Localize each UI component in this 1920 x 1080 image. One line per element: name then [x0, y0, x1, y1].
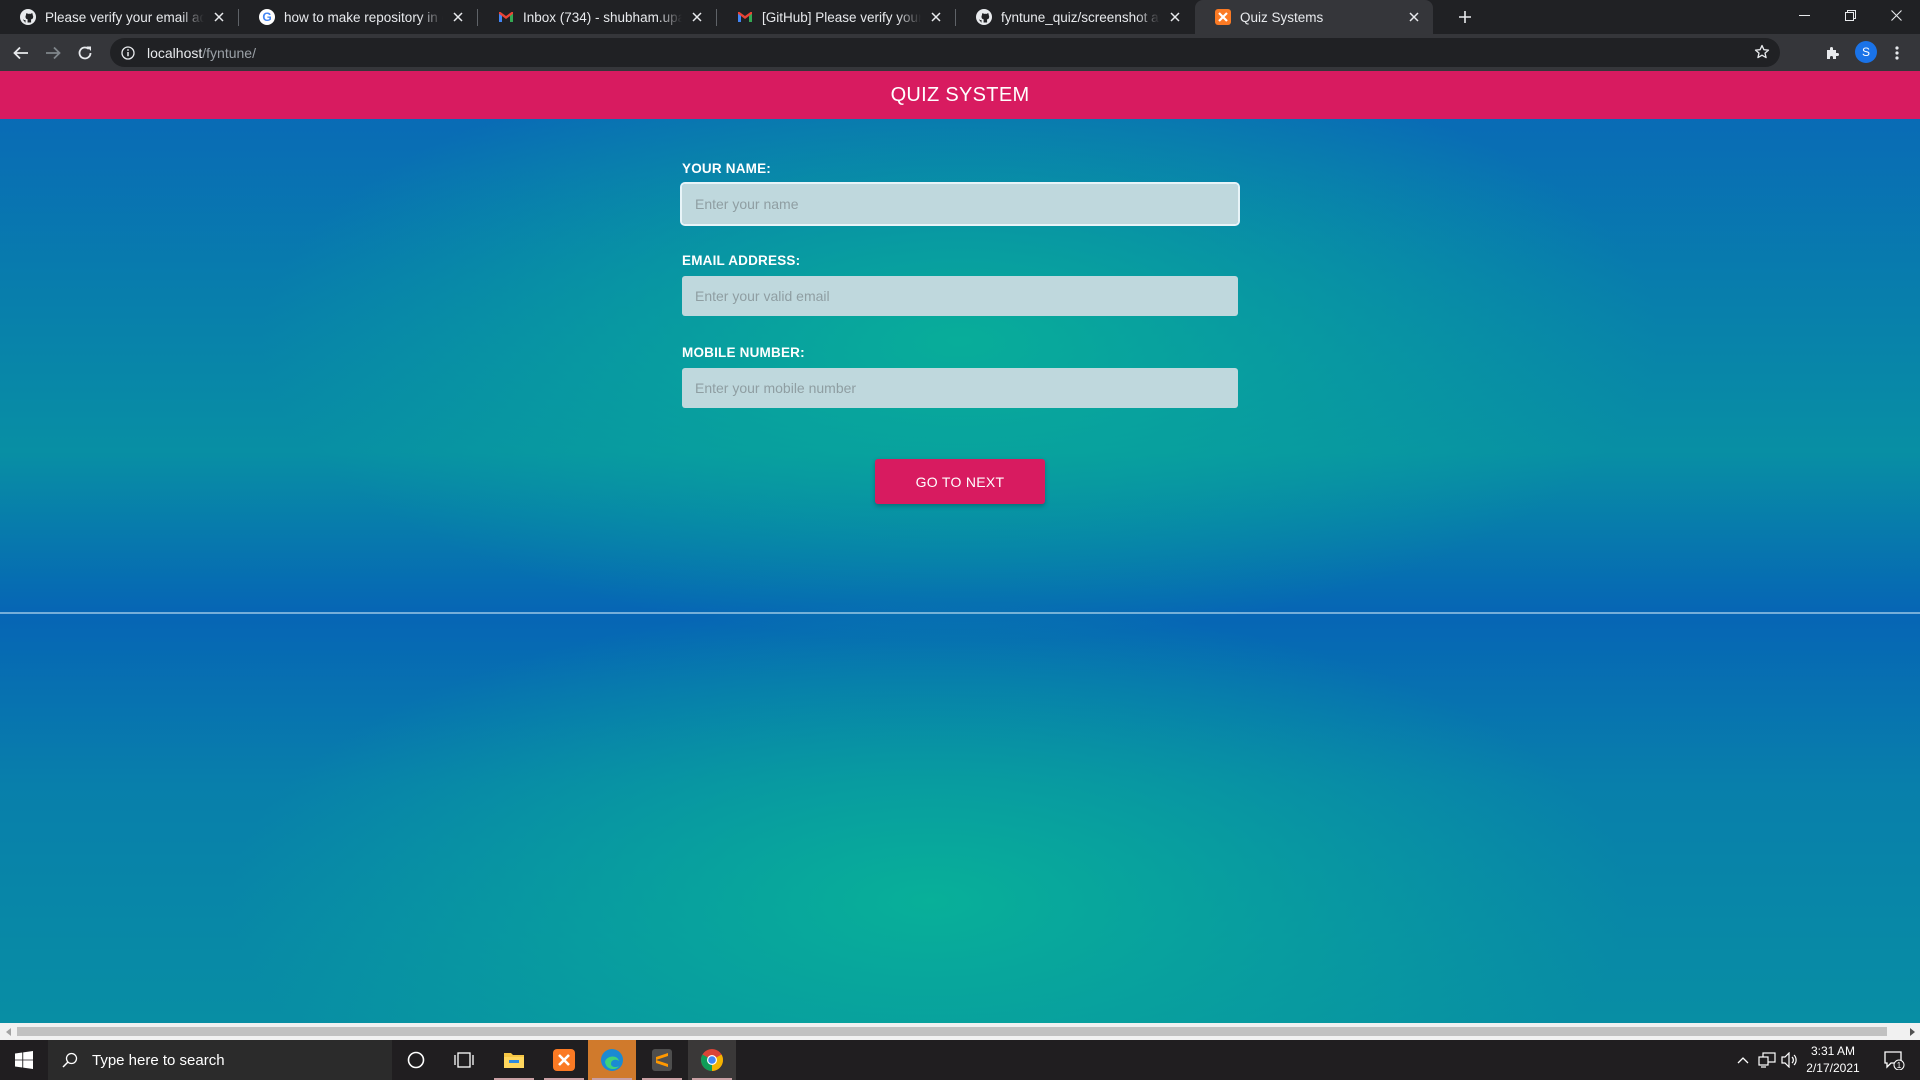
bookmark-star-icon[interactable] — [1754, 44, 1770, 65]
scroll-right-arrow-icon[interactable] — [1903, 1023, 1920, 1040]
email-input[interactable] — [682, 276, 1238, 316]
back-button[interactable] — [8, 40, 34, 66]
svg-text:G: G — [262, 10, 271, 24]
clock-time: 3:31 AM — [1810, 1044, 1856, 1058]
tab-title: Please verify your email address — [45, 9, 204, 25]
action-center-button[interactable]: 1 — [1874, 1040, 1914, 1080]
restore-button[interactable] — [1827, 0, 1873, 30]
network-icon[interactable] — [1755, 1040, 1779, 1080]
close-tab-icon[interactable] — [1405, 8, 1423, 26]
site-info-icon[interactable] — [120, 45, 136, 61]
close-tab-icon[interactable] — [688, 8, 706, 26]
tab-title: [GitHub] Please verify your email — [762, 9, 921, 25]
kebab-menu-icon — [1895, 46, 1899, 60]
page-header: QUIZ SYSTEM — [0, 71, 1920, 119]
page-title: QUIZ SYSTEM — [890, 83, 1030, 106]
tab-title: Inbox (734) - shubham.upadhyay — [523, 9, 682, 25]
scrollbar-thumb[interactable] — [17, 1027, 1887, 1036]
tab-strip: Please verify your email address G how t… — [0, 0, 1920, 34]
gmail-icon — [737, 9, 753, 25]
browser-tab[interactable]: Inbox (734) - shubham.upadhyay — [478, 0, 716, 34]
reload-button[interactable] — [72, 40, 98, 66]
search-icon — [62, 1052, 78, 1068]
minimize-icon — [1798, 14, 1810, 16]
gmail-icon — [498, 9, 514, 25]
search-placeholder: Type here to search — [92, 1051, 225, 1069]
volume-icon[interactable] — [1779, 1040, 1801, 1080]
notification-count: 1 — [1897, 1061, 1902, 1070]
close-window-button[interactable] — [1873, 0, 1919, 30]
horizontal-scrollbar[interactable] — [0, 1023, 1920, 1040]
windows-logo-icon — [15, 1051, 33, 1069]
close-tab-icon[interactable] — [927, 8, 945, 26]
browser-tab[interactable]: Please verify your email address — [0, 0, 238, 34]
taskbar-clock[interactable]: 3:31 AM 2/17/2021 — [1800, 1043, 1866, 1077]
profile-avatar[interactable]: S — [1855, 41, 1877, 63]
url-host: localhost — [147, 44, 203, 61]
chrome-icon[interactable] — [688, 1040, 736, 1080]
xampp-icon — [1215, 9, 1231, 25]
github-icon — [976, 9, 992, 25]
minimize-button[interactable] — [1781, 0, 1827, 30]
browser-tab-active[interactable]: Quiz Systems — [1195, 0, 1433, 34]
show-hidden-icons-chevron-icon[interactable] — [1733, 1040, 1753, 1080]
close-tab-icon[interactable] — [1166, 8, 1184, 26]
task-view-icon[interactable] — [440, 1040, 488, 1080]
url-path: /fyntune/ — [202, 44, 256, 61]
puzzle-icon — [1827, 47, 1839, 59]
tab-title: Quiz Systems — [1240, 9, 1324, 25]
reload-icon — [78, 46, 92, 60]
name-label: YOUR NAME: — [682, 161, 771, 176]
browser-tab[interactable]: G how to make repository in github — [239, 0, 477, 34]
tab-title: how to make repository in github — [284, 9, 443, 25]
go-to-next-button[interactable]: GO TO NEXT — [875, 459, 1045, 504]
cortana-icon[interactable] — [392, 1040, 440, 1080]
registration-form: YOUR NAME: EMAIL ADDRESS: MOBILE NUMBER: — [680, 161, 1240, 437]
browser-tab[interactable]: [GitHub] Please verify your email — [717, 0, 955, 34]
url-text: localhost/fyntune/ — [147, 45, 256, 61]
browser-toolbar: localhost/fyntune/ S — [0, 34, 1920, 71]
close-icon — [1890, 9, 1902, 21]
browser-tab[interactable]: fyntune_quiz/screenshot at main — [956, 0, 1194, 34]
forward-button[interactable] — [40, 40, 66, 66]
divider-line — [0, 612, 1920, 614]
chrome-menu-button[interactable] — [1884, 40, 1910, 66]
edge-icon[interactable] — [588, 1040, 636, 1080]
new-tab-button[interactable] — [1454, 6, 1476, 28]
back-arrow-icon — [13, 46, 28, 60]
page-viewport: QUIZ SYSTEM YOUR NAME: EMAIL ADDRESS: MO… — [0, 71, 1920, 1023]
close-tab-icon[interactable] — [210, 8, 228, 26]
address-bar[interactable]: localhost/fyntune/ — [110, 38, 1780, 67]
clock-date: 2/17/2021 — [1806, 1061, 1860, 1075]
scroll-left-arrow-icon[interactable] — [0, 1023, 17, 1040]
plus-icon — [1459, 11, 1471, 23]
google-icon: G — [259, 9, 275, 25]
mobile-input[interactable] — [682, 368, 1238, 408]
restore-icon — [1844, 9, 1856, 21]
xampp-taskbar-icon[interactable] — [540, 1040, 588, 1080]
notification-icon: 1 — [1884, 1051, 1905, 1070]
forward-arrow-icon — [46, 46, 61, 60]
start-button[interactable] — [0, 1040, 48, 1080]
tab-title: fyntune_quiz/screenshot at main — [1001, 9, 1160, 25]
taskbar-search-box[interactable]: Type here to search — [48, 1040, 392, 1080]
github-icon — [20, 9, 36, 25]
sublime-text-icon[interactable] — [638, 1040, 686, 1080]
close-tab-icon[interactable] — [449, 8, 467, 26]
email-label: EMAIL ADDRESS: — [682, 253, 801, 268]
name-input[interactable] — [680, 182, 1240, 226]
mobile-label: MOBILE NUMBER: — [682, 345, 805, 360]
windows-taskbar: Type here to search 3:31 AM 2/17/2021 1 — [0, 1040, 1920, 1080]
extensions-button[interactable] — [1820, 40, 1846, 66]
file-explorer-icon[interactable] — [490, 1040, 538, 1080]
